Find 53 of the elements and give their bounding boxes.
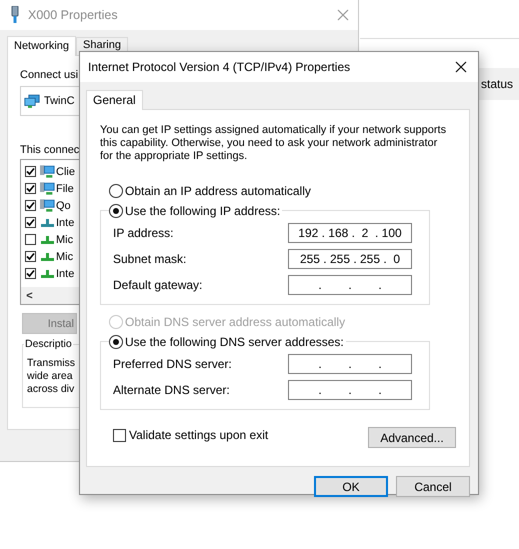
field-label: Alternate DNS server: xyxy=(113,383,230,397)
field-label: Default gateway: xyxy=(113,278,202,292)
radio-button[interactable] xyxy=(109,184,123,198)
advanced-button[interactable]: Advanced... xyxy=(368,427,456,448)
ip-address-field[interactable]: . . . xyxy=(288,380,412,400)
window-title: X000 Properties xyxy=(28,8,118,22)
field-label: Preferred DNS server: xyxy=(113,357,232,371)
scroll-left-arrow[interactable]: < xyxy=(21,290,38,302)
description-text: across div xyxy=(27,383,74,396)
ip-address-field[interactable]: . . . xyxy=(288,275,412,295)
component-name[interactable]: Inte xyxy=(56,216,74,228)
close-icon[interactable] xyxy=(455,61,467,73)
tab[interactable]: General xyxy=(86,90,143,110)
status-text: status xyxy=(481,77,514,91)
component-name[interactable]: Qo xyxy=(56,200,71,212)
connect-using-label: Connect usi xyxy=(20,69,78,81)
plug-icon xyxy=(10,6,20,24)
dialog-button[interactable]: Cancel xyxy=(396,476,470,497)
radio-button[interactable] xyxy=(109,335,123,349)
group-label: Descriptio xyxy=(24,338,73,350)
dialog-button[interactable]: OK xyxy=(314,476,388,497)
radio-label: Use the following IP address: xyxy=(125,204,280,218)
intro-text: You can get IP settings assigned automatically if your network supports this capability. Otherwise, you need to ask your network administrator for the appropriate IP settings. xyxy=(100,124,448,163)
radio-label: Obtain an IP address automatically xyxy=(125,184,311,198)
field-label: Subnet mask: xyxy=(113,252,186,266)
network-adapter-icon xyxy=(24,94,40,108)
checkbox[interactable] xyxy=(25,200,36,211)
checkbox[interactable] xyxy=(25,217,36,228)
checkbox[interactable] xyxy=(25,183,36,194)
checkbox[interactable] xyxy=(25,268,36,279)
window-title: Internet Protocol Version 4 (TCP/IPv4) Properties xyxy=(88,60,350,74)
ip-address-field[interactable]: . . . xyxy=(288,354,412,374)
items-label: This connec xyxy=(20,144,80,156)
checkbox-label: Validate settings upon exit xyxy=(129,428,268,442)
tab[interactable]: Networking xyxy=(7,36,76,56)
component-name[interactable]: Mic xyxy=(56,234,74,246)
checkbox[interactable] xyxy=(113,428,126,442)
description-text: Transmiss xyxy=(27,357,76,370)
ip-address-field[interactable]: 192 . 168 . 2 . 100 xyxy=(288,223,412,243)
component-name[interactable]: Mic xyxy=(56,250,74,262)
component-name[interactable]: File xyxy=(56,182,74,194)
checkbox[interactable] xyxy=(25,166,36,177)
adapter-name: TwinC xyxy=(44,95,75,107)
radio-button[interactable] xyxy=(109,204,123,218)
field-label: IP address: xyxy=(113,226,174,240)
radio-label: Use the following DNS server addresses: xyxy=(125,335,344,349)
checkbox[interactable] xyxy=(25,234,36,245)
checkbox[interactable] xyxy=(25,251,36,262)
radio-label: Obtain DNS server address automatically xyxy=(125,315,346,329)
component-name[interactable]: Clie xyxy=(56,166,75,178)
ip-address-field[interactable]: 255 . 255 . 255 . 0 xyxy=(288,249,412,269)
component-name[interactable]: Inte xyxy=(56,268,74,280)
description-text: wide area xyxy=(27,370,73,383)
